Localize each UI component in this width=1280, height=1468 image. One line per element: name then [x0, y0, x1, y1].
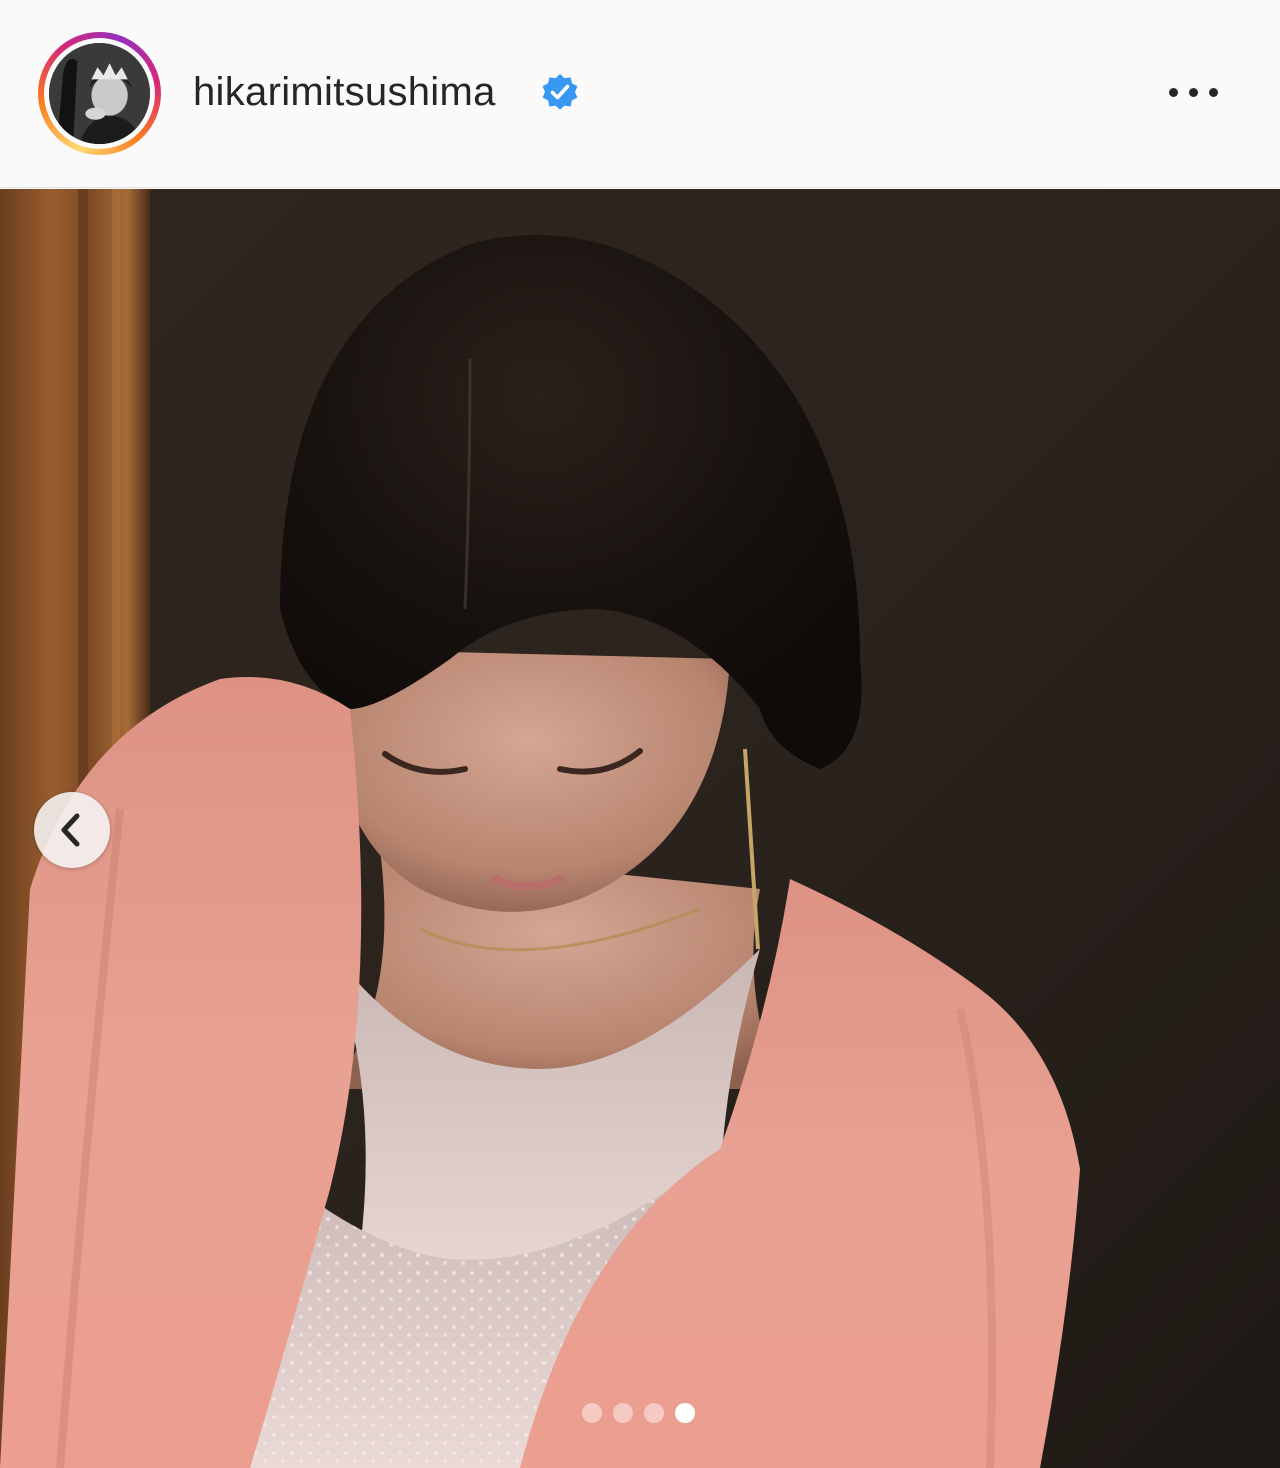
avatar-gap [44, 38, 155, 149]
post-photo[interactable] [0, 189, 1280, 1468]
carousel-dot[interactable] [582, 1403, 602, 1423]
post-image [0, 189, 1280, 1468]
post-header: hikarimitsushima [0, 0, 1280, 188]
avatar-picture-icon [49, 43, 150, 144]
story-ring[interactable] [38, 32, 161, 155]
instagram-post: hikarimitsushima [0, 0, 1280, 1468]
carousel-indicator [582, 1402, 695, 1424]
more-options-icon [1188, 87, 1198, 97]
verified-badge-icon [542, 74, 578, 110]
profile-avatar[interactable] [49, 43, 150, 144]
more-options-icon [1168, 87, 1178, 97]
carousel-dot[interactable] [613, 1403, 633, 1423]
previous-slide-button[interactable] [34, 792, 110, 868]
username[interactable]: hikarimitsushima [193, 66, 496, 118]
carousel-dot[interactable] [644, 1403, 664, 1423]
more-options-button[interactable] [1158, 72, 1228, 112]
more-options-icon [1208, 87, 1218, 97]
carousel-dot-active[interactable] [675, 1403, 695, 1423]
chevron-left-icon [61, 813, 80, 847]
